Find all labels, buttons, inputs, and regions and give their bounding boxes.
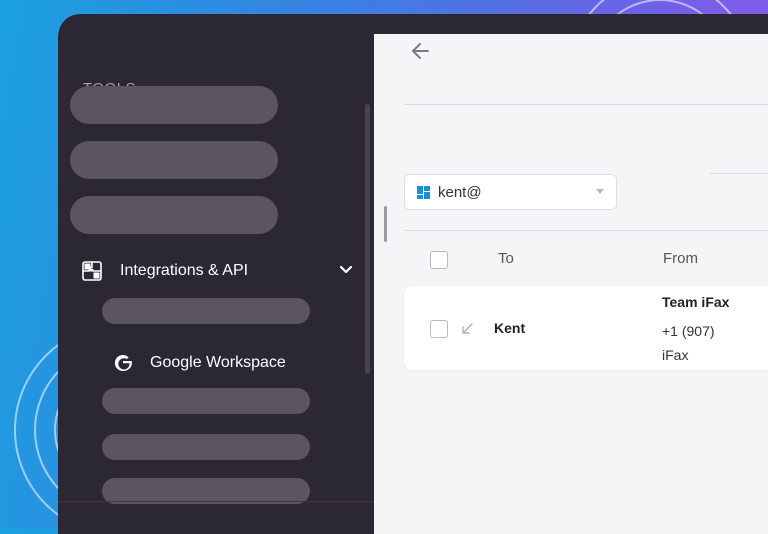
sidebar: TOOLS Integrations & API Google Workspac… [58, 34, 374, 534]
sidebar-item-integrations-api[interactable]: Integrations & API [82, 256, 354, 286]
top-bar [58, 14, 768, 34]
row-from-name: Team iFax [662, 294, 730, 310]
column-header-to[interactable]: To [498, 250, 514, 267]
select-all-checkbox[interactable] [430, 251, 448, 269]
column-header-from[interactable]: From [663, 250, 698, 267]
back-arrow-icon[interactable] [410, 40, 432, 62]
workspace-icon [417, 185, 430, 199]
row-from-number: +1 (907) [662, 323, 715, 339]
sidebar-sub-placeholder-1[interactable] [102, 298, 310, 324]
header-divider [404, 104, 768, 105]
row-to: Kent [494, 320, 526, 336]
sidebar-placeholder-item-1[interactable] [70, 86, 278, 124]
panel-resize-handle[interactable] [384, 206, 387, 242]
row-from-app: iFax [662, 347, 689, 363]
table-row[interactable]: Kent Team iFax +1 (907) iFax [404, 286, 768, 370]
row-checkbox[interactable] [430, 320, 448, 338]
sidebar-sub-placeholder-2[interactable] [102, 388, 310, 414]
puzzle-icon [82, 261, 102, 281]
app-window: TOOLS Integrations & API Google Workspac… [58, 14, 768, 534]
google-workspace-label: Google Workspace [150, 354, 286, 371]
main-panel: kent@ To From Kent Team iFax +1 (907) iF… [374, 34, 768, 534]
chevron-down-icon[interactable] [338, 262, 354, 278]
account-select[interactable]: kent@ [404, 174, 617, 210]
sidebar-scrollbar[interactable] [365, 104, 370, 374]
incoming-arrow-icon [462, 323, 473, 334]
sidebar-bottom-divider [58, 501, 374, 502]
filter-divider [710, 173, 768, 174]
integrations-label: Integrations & API [120, 262, 249, 279]
sidebar-sub-item-google-workspace[interactable]: Google Workspace [114, 348, 286, 378]
google-icon [114, 355, 132, 372]
sidebar-placeholder-item-2[interactable] [70, 141, 278, 179]
caret-down-icon [596, 189, 604, 194]
account-select-value: kent@ [438, 183, 482, 201]
sidebar-sub-placeholder-3[interactable] [102, 434, 310, 460]
sidebar-placeholder-item-3[interactable] [70, 196, 278, 234]
table-top-divider [404, 230, 768, 231]
